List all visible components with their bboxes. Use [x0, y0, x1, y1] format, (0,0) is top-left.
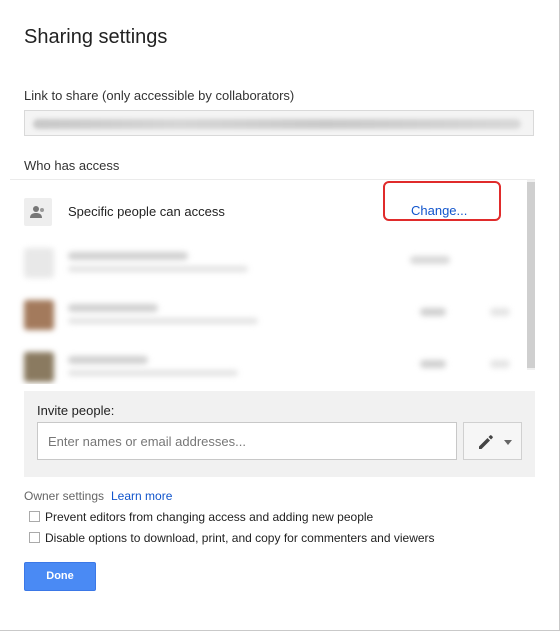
- avatar: [24, 352, 54, 382]
- avatar: [24, 248, 54, 278]
- invite-people-input[interactable]: [37, 422, 457, 460]
- share-link-field[interactable]: [24, 110, 534, 136]
- done-button[interactable]: Done: [24, 562, 96, 591]
- list-item: [10, 344, 525, 384]
- chevron-down-icon: [504, 440, 512, 445]
- access-list-scrollbar[interactable]: [527, 180, 535, 370]
- scrollbar-thumb[interactable]: [527, 182, 535, 368]
- prevent-editors-label: Prevent editors from changing access and…: [45, 510, 374, 524]
- disable-download-checkbox[interactable]: [29, 532, 40, 543]
- pencil-icon: [479, 435, 493, 449]
- invite-people-section: Invite people:: [24, 391, 535, 477]
- dialog-title: Sharing settings: [24, 26, 168, 48]
- permission-dropdown-button[interactable]: [463, 422, 522, 460]
- list-item: [10, 292, 525, 342]
- disable-download-label: Disable options to download, print, and …: [45, 531, 435, 545]
- person-icon: [24, 198, 52, 226]
- sharing-settings-dialog: Sharing settings Link to share (only acc…: [0, 0, 560, 631]
- blurred-link-text: [33, 119, 521, 129]
- owner-settings-label: Owner settings: [24, 489, 105, 503]
- link-access-status: Specific people can access: [68, 204, 225, 219]
- avatar: [24, 300, 54, 330]
- invite-people-label: Invite people:: [37, 403, 115, 418]
- link-to-share-label: Link to share (only accessible by collab…: [24, 88, 295, 103]
- who-has-access-label: Who has access: [24, 158, 120, 173]
- change-link-highlight: [383, 181, 501, 221]
- list-item: [10, 240, 525, 290]
- learn-more-link[interactable]: Learn more: [111, 489, 172, 503]
- prevent-editors-checkbox[interactable]: [29, 511, 40, 522]
